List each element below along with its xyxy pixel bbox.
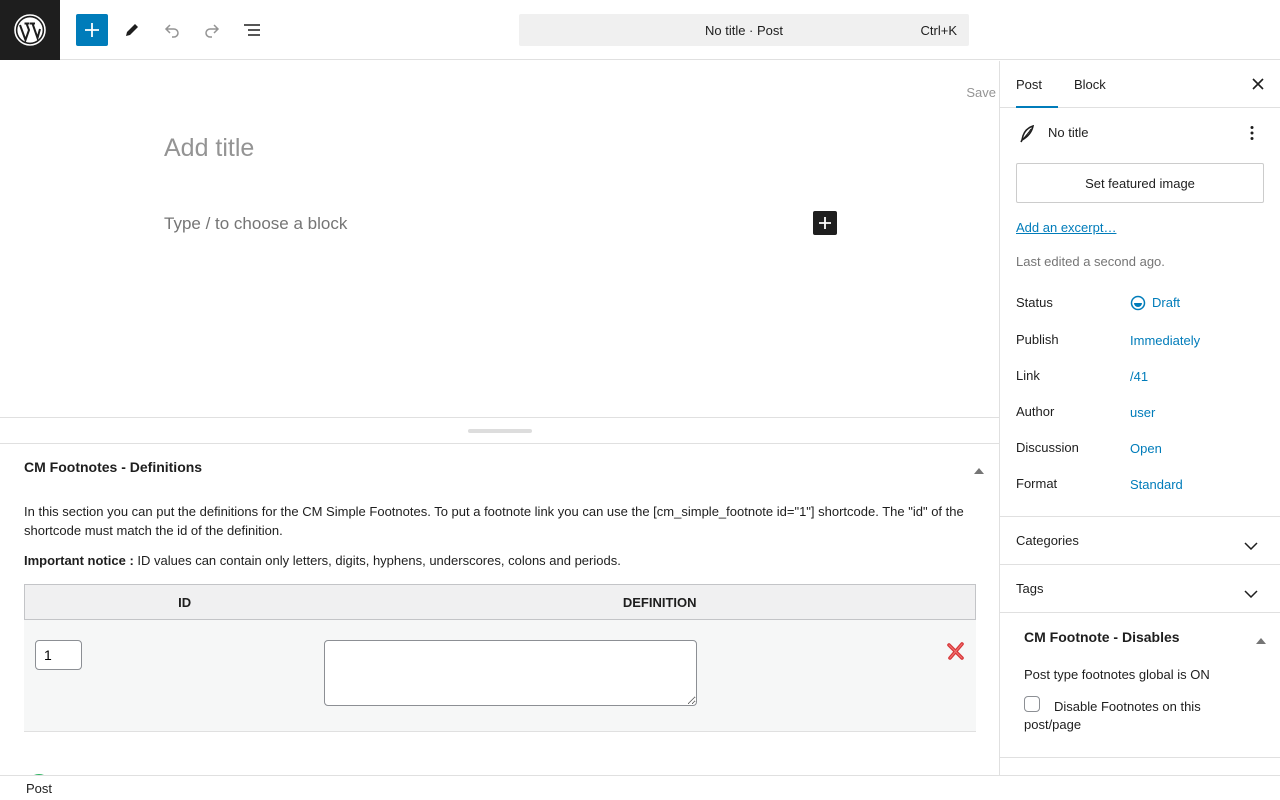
pencil-icon (126, 24, 138, 36)
redo-icon (205, 24, 220, 38)
divider (1000, 564, 1280, 565)
discussion-button[interactable]: Open (1130, 441, 1162, 456)
table-header: ID DEFINITION (25, 585, 975, 620)
plus-icon (85, 23, 99, 37)
breadcrumb[interactable]: Post (26, 781, 52, 796)
disables-collapse-toggle[interactable] (1256, 632, 1266, 647)
divider (1000, 612, 1280, 613)
red-x-icon (947, 642, 964, 660)
footnote-id-input[interactable] (35, 640, 82, 670)
add-excerpt-link[interactable]: Add an excerpt… (1016, 220, 1116, 235)
wordpress-logo-button[interactable] (0, 0, 60, 60)
delete-row-button[interactable] (946, 641, 966, 661)
shortcut-hint: Ctrl+K (920, 23, 957, 38)
save-draft-button[interactable]: Save (966, 85, 996, 100)
disables-metabox-title: CM Footnote - Disables (1024, 629, 1180, 645)
document-title-label: No title · Post (704, 22, 784, 38)
important-notice: Important notice : ID values can contain… (24, 553, 621, 568)
close-sidebar-button[interactable] (1250, 76, 1266, 92)
more-vertical-icon (1250, 126, 1254, 140)
draft-status-icon (1130, 295, 1146, 311)
wordpress-icon (14, 14, 46, 46)
divider (1000, 516, 1280, 517)
post-type-icon (1019, 124, 1035, 146)
publish-date-button[interactable]: Immediately (1130, 333, 1200, 348)
author-button[interactable]: user (1130, 405, 1155, 420)
tools-button[interactable] (116, 14, 148, 46)
column-header-definition: DEFINITION (622, 595, 697, 610)
chevron-down-icon[interactable] (1244, 586, 1258, 601)
plus-icon (819, 217, 831, 229)
property-label-status: Status (1016, 295, 1053, 310)
list-view-icon (244, 24, 260, 36)
status-dropdown[interactable]: Draft (1130, 295, 1180, 311)
command-palette-bar[interactable]: No title · Post Ctrl+K (519, 14, 969, 46)
permalink-button[interactable]: /41 (1130, 369, 1148, 384)
property-label-author: Author (1016, 404, 1055, 419)
post-title-input[interactable]: Add title (164, 134, 254, 163)
editor-footer: Post (0, 775, 1280, 800)
post-summary-title: No title (1048, 125, 1089, 140)
editor-canvas: Save Add title Type / to choose a block (0, 61, 999, 417)
set-featured-image-button[interactable]: Set featured image (1016, 163, 1264, 203)
notice-text: ID values can contain only letters, digi… (133, 553, 621, 568)
settings-sidebar: Post Block No title Set featured image A… (999, 61, 1280, 775)
metabox-area: CM Footnotes - Definitions In this secti… (0, 417, 999, 800)
table-row (24, 620, 976, 732)
footnote-definition-textarea[interactable] (324, 640, 697, 706)
redo-button[interactable] (196, 14, 228, 46)
property-label-publish: Publish (1016, 332, 1059, 347)
caret-up-icon (1256, 638, 1266, 644)
format-button[interactable]: Standard (1130, 477, 1183, 492)
inline-add-block-button[interactable] (813, 211, 837, 235)
tab-block[interactable]: Block (1074, 61, 1106, 108)
metabox-collapse-toggle[interactable] (974, 462, 984, 477)
chevron-down-icon[interactable] (1244, 538, 1258, 553)
divider (1000, 757, 1280, 758)
property-label-discussion: Discussion (1016, 440, 1079, 455)
panel-categories-toggle[interactable]: Categories (1016, 533, 1079, 548)
disable-footnotes-checkbox[interactable] (1024, 696, 1040, 712)
disable-footnotes-label: Disable Footnotes on this post/page (1024, 699, 1201, 732)
undo-icon (164, 24, 179, 38)
feather-icon (1020, 124, 1035, 143)
editor-header: No title · Post Ctrl+K (0, 0, 1280, 60)
close-icon (1252, 78, 1264, 90)
undo-button[interactable] (156, 14, 188, 46)
panel-tags-toggle[interactable]: Tags (1016, 581, 1043, 596)
block-placeholder[interactable]: Type / to choose a block (164, 214, 347, 234)
column-header-id: ID (178, 595, 192, 610)
caret-up-icon (974, 468, 984, 474)
footnotes-global-status: Post type footnotes global is ON (1024, 667, 1210, 682)
metabox-resize-handle[interactable] (468, 429, 532, 433)
last-edited-text: Last edited a second ago. (1016, 254, 1165, 269)
notice-label: Important notice : (24, 553, 134, 568)
tab-post[interactable]: Post (1016, 61, 1058, 108)
sidebar-tabs: Post Block (1000, 61, 1280, 108)
property-label-link: Link (1016, 368, 1040, 383)
property-label-format: Format (1016, 476, 1058, 491)
add-block-button[interactable] (76, 14, 108, 46)
status-value: Draft (1152, 295, 1181, 310)
footnotes-table: ID DEFINITION (24, 584, 976, 621)
metabox-description: In this section you can put the definiti… (24, 504, 964, 538)
metabox-title: CM Footnotes - Definitions (24, 459, 203, 475)
post-actions-button[interactable] (1249, 125, 1255, 144)
footnotes-definitions-metabox: CM Footnotes - Definitions In this secti… (0, 443, 999, 800)
document-overview-button[interactable] (236, 14, 268, 46)
